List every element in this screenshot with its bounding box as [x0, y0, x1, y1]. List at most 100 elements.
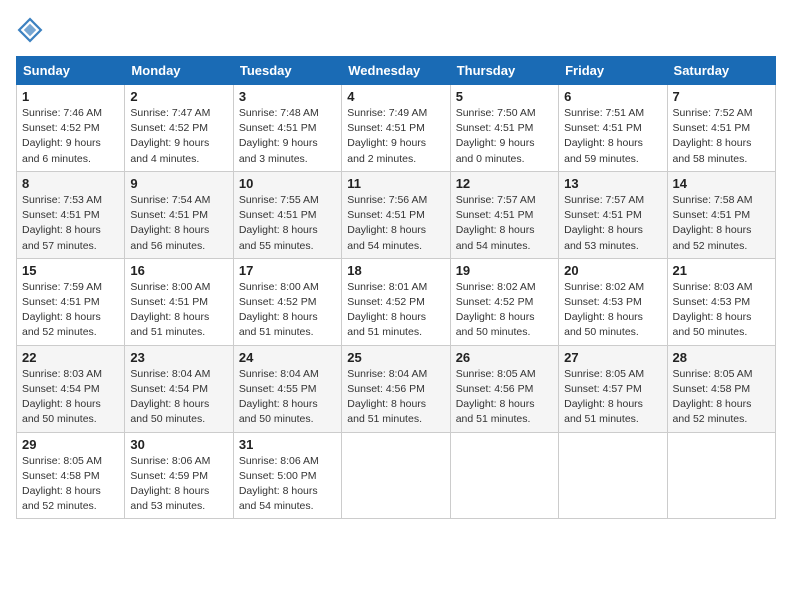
calendar-cell: 7 Sunrise: 7:52 AMSunset: 4:51 PMDayligh…	[667, 85, 775, 172]
calendar-week-row: 29 Sunrise: 8:05 AMSunset: 4:58 PMDaylig…	[17, 432, 776, 519]
day-detail: Sunrise: 7:57 AMSunset: 4:51 PMDaylight:…	[564, 193, 661, 254]
calendar-week-row: 8 Sunrise: 7:53 AMSunset: 4:51 PMDayligh…	[17, 171, 776, 258]
calendar-cell: 18 Sunrise: 8:01 AMSunset: 4:52 PMDaylig…	[342, 258, 450, 345]
day-detail: Sunrise: 8:01 AMSunset: 4:52 PMDaylight:…	[347, 280, 444, 341]
logo-icon	[16, 16, 44, 44]
calendar-cell	[667, 432, 775, 519]
day-number: 19	[456, 263, 553, 278]
day-number: 30	[130, 437, 227, 452]
day-number: 11	[347, 176, 444, 191]
header-thursday: Thursday	[450, 57, 558, 85]
day-number: 31	[239, 437, 336, 452]
day-number: 17	[239, 263, 336, 278]
day-number: 25	[347, 350, 444, 365]
logo	[16, 16, 48, 44]
day-detail: Sunrise: 7:48 AMSunset: 4:51 PMDaylight:…	[239, 106, 336, 167]
day-detail: Sunrise: 8:04 AMSunset: 4:55 PMDaylight:…	[239, 367, 336, 428]
day-number: 8	[22, 176, 119, 191]
day-detail: Sunrise: 7:51 AMSunset: 4:51 PMDaylight:…	[564, 106, 661, 167]
day-detail: Sunrise: 7:56 AMSunset: 4:51 PMDaylight:…	[347, 193, 444, 254]
day-detail: Sunrise: 7:59 AMSunset: 4:51 PMDaylight:…	[22, 280, 119, 341]
calendar-cell: 24 Sunrise: 8:04 AMSunset: 4:55 PMDaylig…	[233, 345, 341, 432]
day-detail: Sunrise: 8:03 AMSunset: 4:53 PMDaylight:…	[673, 280, 770, 341]
page-header	[16, 16, 776, 44]
calendar-cell	[559, 432, 667, 519]
header-sunday: Sunday	[17, 57, 125, 85]
calendar-cell: 5 Sunrise: 7:50 AMSunset: 4:51 PMDayligh…	[450, 85, 558, 172]
day-number: 28	[673, 350, 770, 365]
day-number: 24	[239, 350, 336, 365]
calendar-cell: 15 Sunrise: 7:59 AMSunset: 4:51 PMDaylig…	[17, 258, 125, 345]
calendar-cell: 27 Sunrise: 8:05 AMSunset: 4:57 PMDaylig…	[559, 345, 667, 432]
day-number: 15	[22, 263, 119, 278]
day-detail: Sunrise: 8:03 AMSunset: 4:54 PMDaylight:…	[22, 367, 119, 428]
day-detail: Sunrise: 8:04 AMSunset: 4:56 PMDaylight:…	[347, 367, 444, 428]
calendar-cell: 8 Sunrise: 7:53 AMSunset: 4:51 PMDayligh…	[17, 171, 125, 258]
day-number: 10	[239, 176, 336, 191]
calendar-cell: 30 Sunrise: 8:06 AMSunset: 4:59 PMDaylig…	[125, 432, 233, 519]
day-number: 13	[564, 176, 661, 191]
calendar-cell	[342, 432, 450, 519]
day-detail: Sunrise: 8:00 AMSunset: 4:52 PMDaylight:…	[239, 280, 336, 341]
day-detail: Sunrise: 7:52 AMSunset: 4:51 PMDaylight:…	[673, 106, 770, 167]
calendar-cell: 10 Sunrise: 7:55 AMSunset: 4:51 PMDaylig…	[233, 171, 341, 258]
calendar-cell: 16 Sunrise: 8:00 AMSunset: 4:51 PMDaylig…	[125, 258, 233, 345]
header-wednesday: Wednesday	[342, 57, 450, 85]
calendar-cell: 17 Sunrise: 8:00 AMSunset: 4:52 PMDaylig…	[233, 258, 341, 345]
day-detail: Sunrise: 8:06 AMSunset: 4:59 PMDaylight:…	[130, 454, 227, 515]
day-detail: Sunrise: 7:58 AMSunset: 4:51 PMDaylight:…	[673, 193, 770, 254]
day-number: 9	[130, 176, 227, 191]
day-detail: Sunrise: 7:47 AMSunset: 4:52 PMDaylight:…	[130, 106, 227, 167]
day-number: 6	[564, 89, 661, 104]
header-saturday: Saturday	[667, 57, 775, 85]
day-detail: Sunrise: 7:49 AMSunset: 4:51 PMDaylight:…	[347, 106, 444, 167]
day-number: 12	[456, 176, 553, 191]
calendar-cell: 26 Sunrise: 8:05 AMSunset: 4:56 PMDaylig…	[450, 345, 558, 432]
calendar-week-row: 1 Sunrise: 7:46 AMSunset: 4:52 PMDayligh…	[17, 85, 776, 172]
calendar-cell: 25 Sunrise: 8:04 AMSunset: 4:56 PMDaylig…	[342, 345, 450, 432]
header-friday: Friday	[559, 57, 667, 85]
day-detail: Sunrise: 8:05 AMSunset: 4:58 PMDaylight:…	[673, 367, 770, 428]
day-detail: Sunrise: 8:00 AMSunset: 4:51 PMDaylight:…	[130, 280, 227, 341]
calendar-cell: 9 Sunrise: 7:54 AMSunset: 4:51 PMDayligh…	[125, 171, 233, 258]
day-number: 7	[673, 89, 770, 104]
calendar-cell: 19 Sunrise: 8:02 AMSunset: 4:52 PMDaylig…	[450, 258, 558, 345]
day-detail: Sunrise: 8:02 AMSunset: 4:52 PMDaylight:…	[456, 280, 553, 341]
calendar-cell: 31 Sunrise: 8:06 AMSunset: 5:00 PMDaylig…	[233, 432, 341, 519]
calendar-table: SundayMondayTuesdayWednesdayThursdayFrid…	[16, 56, 776, 519]
day-number: 27	[564, 350, 661, 365]
calendar-cell: 21 Sunrise: 8:03 AMSunset: 4:53 PMDaylig…	[667, 258, 775, 345]
day-number: 20	[564, 263, 661, 278]
day-detail: Sunrise: 8:02 AMSunset: 4:53 PMDaylight:…	[564, 280, 661, 341]
calendar-cell: 11 Sunrise: 7:56 AMSunset: 4:51 PMDaylig…	[342, 171, 450, 258]
day-detail: Sunrise: 7:57 AMSunset: 4:51 PMDaylight:…	[456, 193, 553, 254]
calendar-cell: 6 Sunrise: 7:51 AMSunset: 4:51 PMDayligh…	[559, 85, 667, 172]
calendar-week-row: 15 Sunrise: 7:59 AMSunset: 4:51 PMDaylig…	[17, 258, 776, 345]
header-tuesday: Tuesday	[233, 57, 341, 85]
day-number: 16	[130, 263, 227, 278]
day-detail: Sunrise: 8:05 AMSunset: 4:57 PMDaylight:…	[564, 367, 661, 428]
day-detail: Sunrise: 8:06 AMSunset: 5:00 PMDaylight:…	[239, 454, 336, 515]
day-number: 5	[456, 89, 553, 104]
calendar-cell	[450, 432, 558, 519]
day-detail: Sunrise: 7:53 AMSunset: 4:51 PMDaylight:…	[22, 193, 119, 254]
day-number: 14	[673, 176, 770, 191]
day-number: 18	[347, 263, 444, 278]
calendar-cell: 22 Sunrise: 8:03 AMSunset: 4:54 PMDaylig…	[17, 345, 125, 432]
calendar-cell: 14 Sunrise: 7:58 AMSunset: 4:51 PMDaylig…	[667, 171, 775, 258]
day-detail: Sunrise: 8:05 AMSunset: 4:58 PMDaylight:…	[22, 454, 119, 515]
day-detail: Sunrise: 7:46 AMSunset: 4:52 PMDaylight:…	[22, 106, 119, 167]
day-detail: Sunrise: 7:55 AMSunset: 4:51 PMDaylight:…	[239, 193, 336, 254]
day-number: 1	[22, 89, 119, 104]
calendar-cell: 28 Sunrise: 8:05 AMSunset: 4:58 PMDaylig…	[667, 345, 775, 432]
day-number: 2	[130, 89, 227, 104]
calendar-cell: 20 Sunrise: 8:02 AMSunset: 4:53 PMDaylig…	[559, 258, 667, 345]
day-number: 22	[22, 350, 119, 365]
calendar-cell: 1 Sunrise: 7:46 AMSunset: 4:52 PMDayligh…	[17, 85, 125, 172]
header-monday: Monday	[125, 57, 233, 85]
day-number: 29	[22, 437, 119, 452]
calendar-cell: 2 Sunrise: 7:47 AMSunset: 4:52 PMDayligh…	[125, 85, 233, 172]
calendar-cell: 3 Sunrise: 7:48 AMSunset: 4:51 PMDayligh…	[233, 85, 341, 172]
day-detail: Sunrise: 7:50 AMSunset: 4:51 PMDaylight:…	[456, 106, 553, 167]
calendar-cell: 29 Sunrise: 8:05 AMSunset: 4:58 PMDaylig…	[17, 432, 125, 519]
